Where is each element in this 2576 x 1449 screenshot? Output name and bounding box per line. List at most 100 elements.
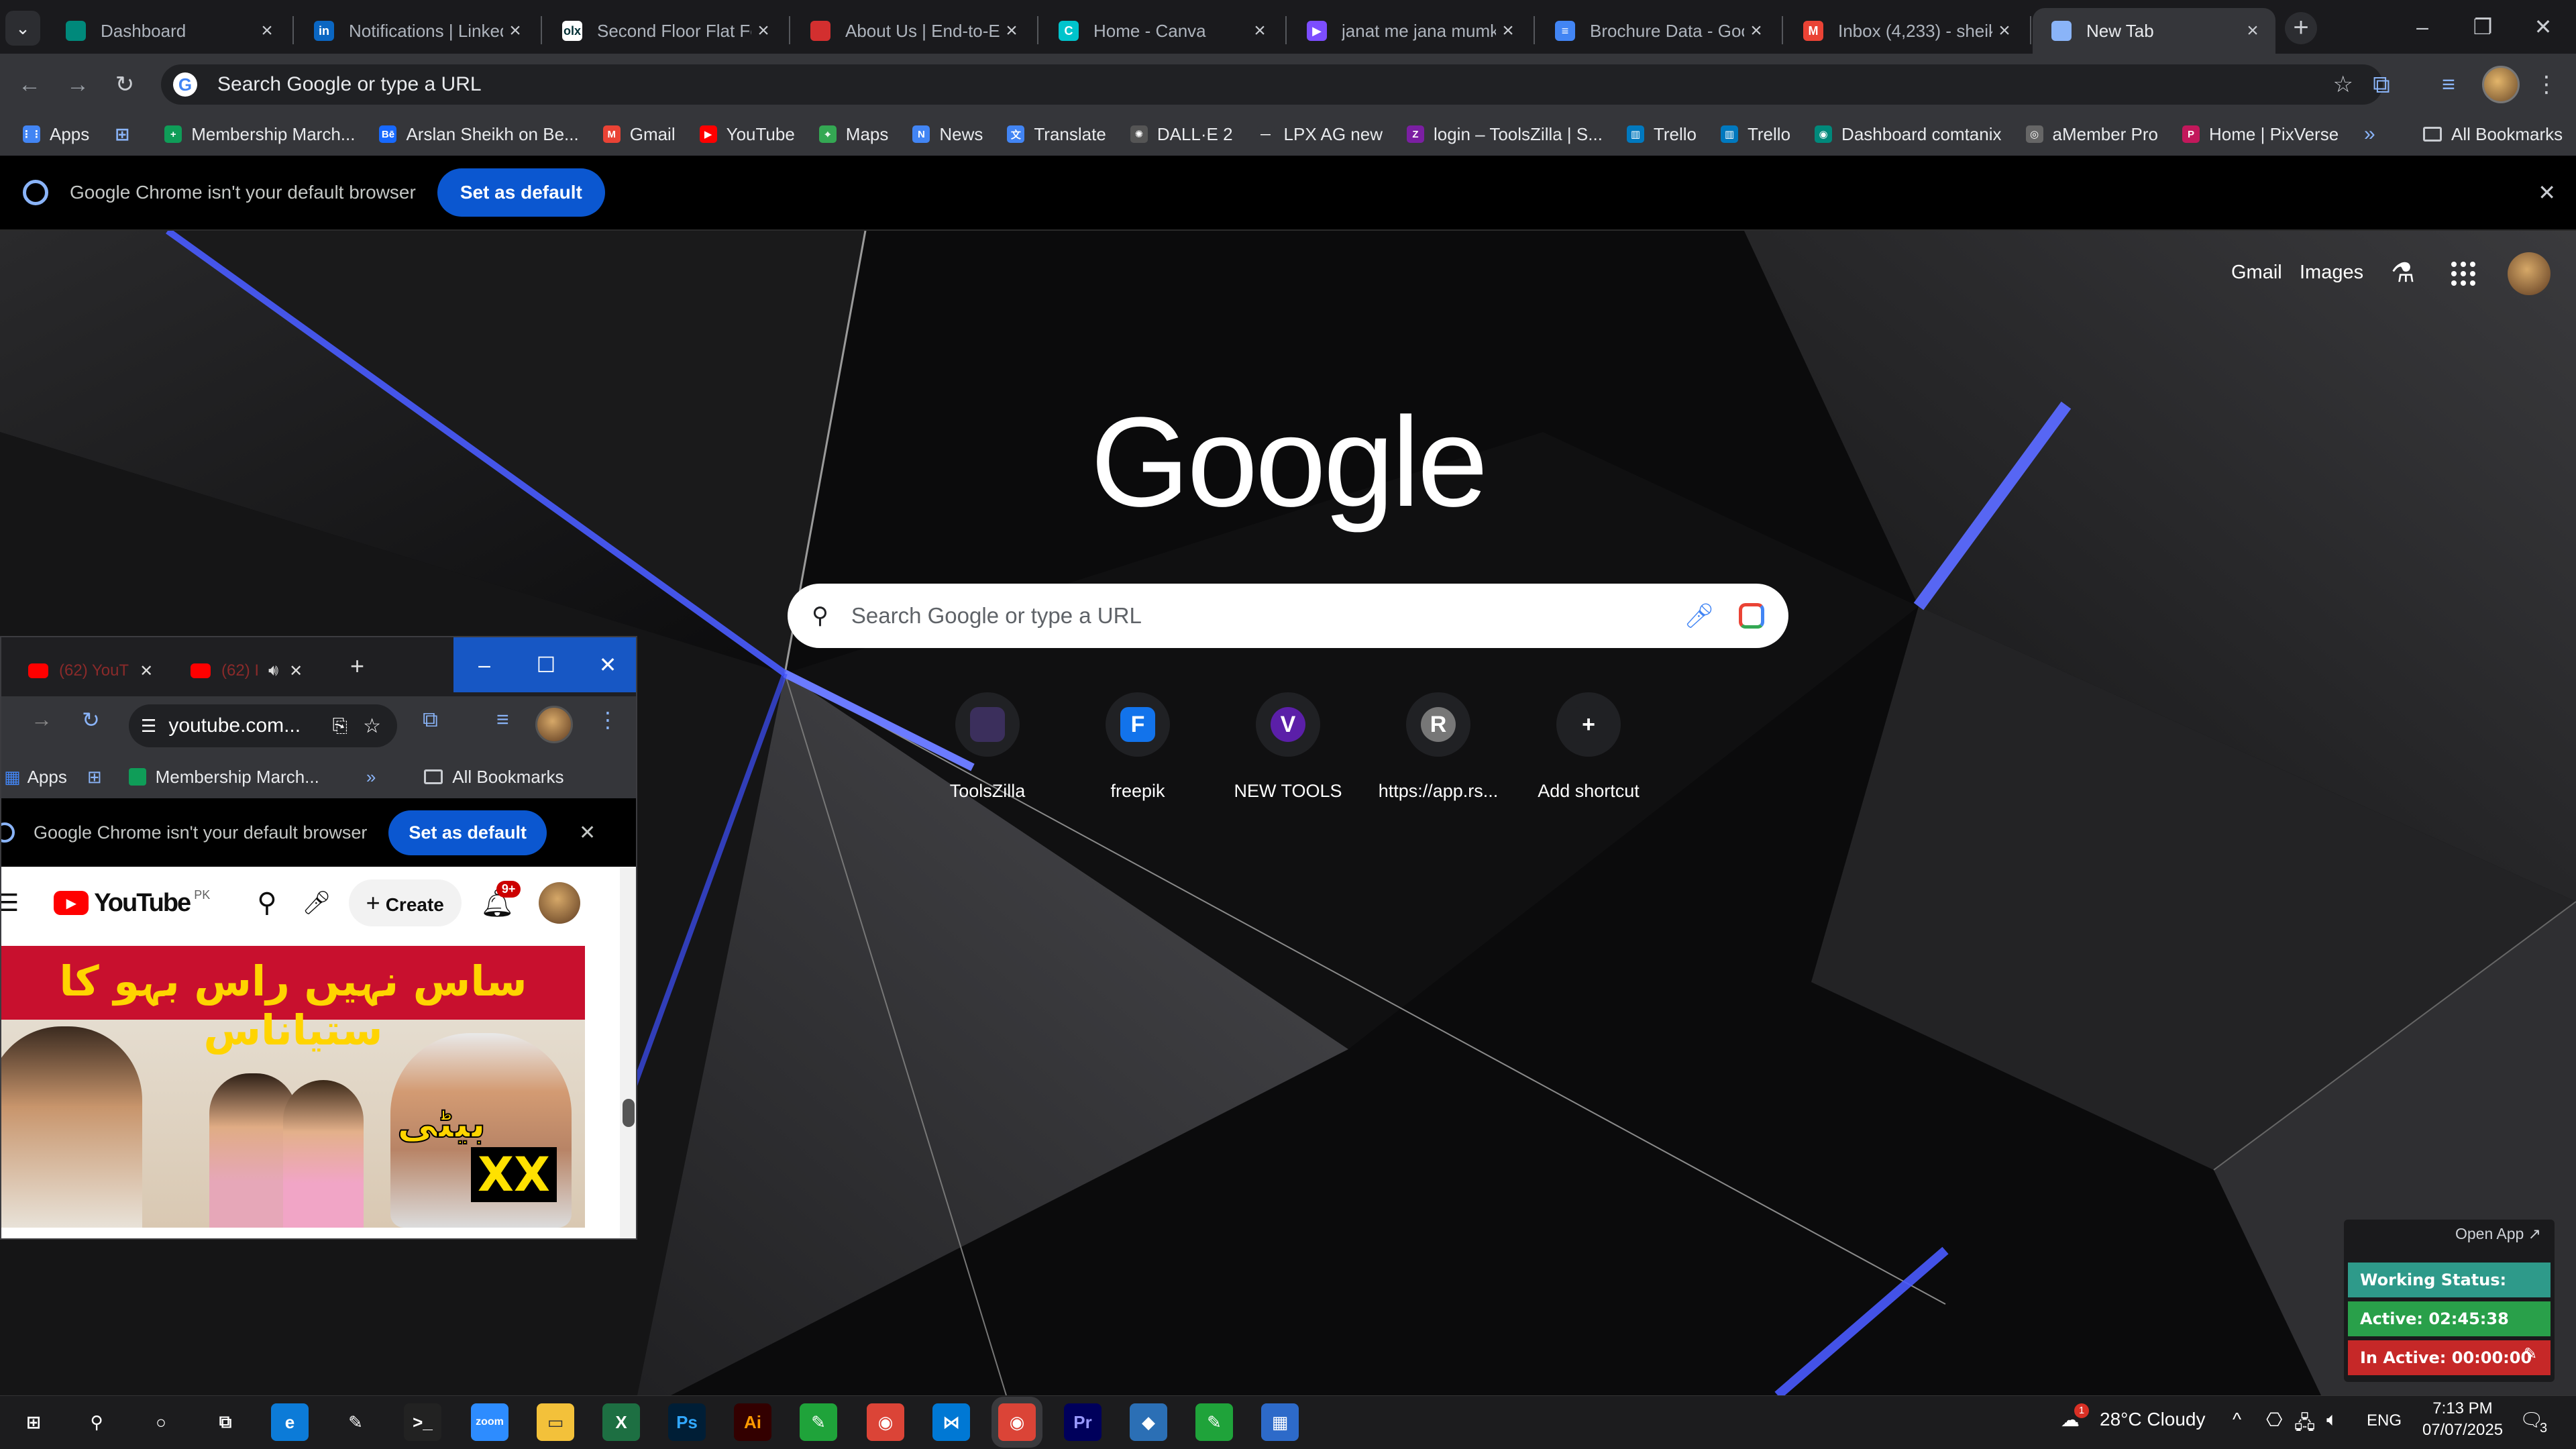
all-bookmarks-button[interactable]: All Bookmarks [2423,113,2563,156]
images-link[interactable]: Images [2300,262,2363,284]
labs-flask-icon[interactable]: ⚗ [2391,258,2415,288]
zoom-icon[interactable]: zoom [471,1403,508,1441]
bookmark-12[interactable]: Zlogin – ToolsZilla | S... [1406,124,1603,145]
excel-icon[interactable]: X [602,1403,640,1441]
install-app-icon[interactable]: ⎘ [333,715,347,737]
bookmark-17[interactable]: P Home | PixVerse [2182,124,2339,145]
tab-3[interactable]: olx Second Floor Flat For × [543,8,786,54]
app-green-2-icon[interactable]: ✎ [1195,1403,1233,1441]
bookmark-8[interactable]: N News [912,124,983,145]
photoshop-icon[interactable]: Ps [668,1403,706,1441]
speaker-icon[interactable]: 🔊︎ [268,661,278,680]
calculator-icon[interactable]: ▦ [1261,1403,1299,1441]
bookmark-star-icon[interactable]: ☆ [2333,71,2353,98]
voice-search-mic-icon[interactable]: 🎤︎ [1684,602,1715,630]
ntp-search-box[interactable]: ⚲ Search Google or type a URL 🎤︎ [788,584,1788,648]
vscode-icon[interactable]: ⋈ [932,1403,970,1441]
volume-icon[interactable]: 🔈︎ [2326,1409,2338,1431]
media-controls-icon[interactable]: ≡ [2428,64,2469,105]
clock-date[interactable]: 07/07/2025 [2412,1421,2513,1440]
bookmark-15[interactable]: ◉ Dashboard comtanix [1815,124,2002,145]
chrome-active-icon[interactable]: ◉ [998,1403,1036,1441]
close-window-button[interactable]: ✕ [2513,5,2573,48]
tab-9[interactable]: New Tab × [2033,8,2275,54]
tab-search-button[interactable]: ⌄ [5,11,40,46]
mini-bm-overflow-icon[interactable]: » [366,767,376,788]
bookmark-11[interactable]: ― LPX AG new [1256,124,1383,145]
app-blue-icon[interactable]: ◆ [1130,1403,1167,1441]
bookmark-3[interactable]: + Membership March... [164,124,355,145]
premiere-icon[interactable]: Pr [1064,1403,1102,1441]
youtube-search-icon[interactable]: ⚲ [257,888,276,918]
new-tab-button[interactable]: + [2285,12,2317,44]
hamburger-menu-icon[interactable]: ☰ [1,889,19,917]
reload-button[interactable]: ↻ [107,67,142,102]
shortcut-tile[interactable]: V NEW TOOLS [1214,692,1362,802]
mini-maximize-button[interactable]: ☐ [515,637,577,692]
mini-close-infobar-icon[interactable]: ✕ [579,821,596,845]
tray-chevron-up-icon[interactable]: ^ [2233,1409,2241,1430]
video-thumbnail[interactable]: ساس نہیں راس بہو کا ستیاناس بیٹی XX [1,946,585,1228]
mini-tab-2-close-icon[interactable]: ✕ [289,661,303,681]
youtube-avatar[interactable] [538,882,580,924]
shortcut-tile[interactable]: ToolsZilla [914,692,1061,802]
back-button[interactable]: ← [12,67,47,102]
bookmark-5[interactable]: M Gmail [602,124,676,145]
mini-all-bookmarks[interactable]: All Bookmarks [452,767,564,788]
shortcut-tile[interactable]: Ffreepik [1064,692,1212,802]
mini-new-tab-button[interactable]: + [350,652,364,680]
tab-close-icon[interactable]: × [1496,19,1520,42]
tab-close-icon[interactable]: × [255,19,279,42]
close-infobar-icon[interactable]: ✕ [2538,180,2556,205]
notifications-bell-icon[interactable]: 🔔︎ 9+ [480,880,521,919]
mini-tab-2[interactable]: (62) I 🔊︎ ✕ [191,651,325,691]
bookmark-16[interactable]: ◎ aMember Pro [2025,124,2158,145]
tab-4[interactable]: About Us | End-to-End× [792,8,1034,54]
tab-close-icon[interactable]: × [751,19,775,42]
extensions-icon[interactable]: ⧉ [2361,64,2402,105]
bookmark-10[interactable]: ✺ DALL·E 2 [1130,124,1233,145]
profile-avatar[interactable] [2482,66,2520,103]
address-bar[interactable]: G Search Google or type a URL ☆ [161,64,2383,105]
grid-icon[interactable]: ⊞ [87,767,102,788]
tab-close-icon[interactable]: × [1992,19,2017,42]
pen-tool-icon[interactable]: ✎ [337,1403,374,1441]
tab-7[interactable]: ≡ Brochure Data - Google× [1536,8,1779,54]
mini-minimize-button[interactable]: – [453,637,515,692]
task-view-icon[interactable]: ⧉ [207,1403,244,1441]
lens-camera-icon[interactable] [1739,603,1764,629]
tab-close-icon[interactable]: × [2241,19,2265,42]
mini-media-icon[interactable]: ≡ [496,707,509,732]
mini-forward-icon[interactable]: → [31,707,52,732]
meet-now-icon[interactable]: ⎔ [2266,1409,2282,1431]
restore-button[interactable]: ❐ [2453,5,2513,48]
language-indicator[interactable]: ENG [2367,1411,2402,1430]
tab-close-icon[interactable]: × [1248,19,1272,42]
chrome-icon[interactable]: ◉ [867,1403,904,1441]
weather-text[interactable]: 28°C Cloudy [2100,1409,2206,1430]
tab-2[interactable]: in Notifications | LinkedIn× [295,8,538,54]
scrollbar-thumb[interactable] [623,1099,635,1127]
app-green-icon[interactable]: ✎ [800,1403,837,1441]
tab-close-icon[interactable]: × [1744,19,1768,42]
add-shortcut-button[interactable]: + Add shortcut [1515,692,1662,802]
mini-address-bar[interactable]: ☰ youtube.com... ⎘ ☆ [129,704,397,747]
minimize-button[interactable]: – [2392,5,2453,48]
bookmark-6[interactable]: ▶ YouTube [699,124,795,145]
bookmark-14[interactable]: ▥ Trello [1720,124,1790,145]
search-icon[interactable]: ⚲ [78,1403,115,1441]
bookmark-4[interactable]: Bē Arslan Sheikh on Be... [379,124,579,145]
youtube-scrollbar[interactable] [620,868,636,1238]
mini-close-button[interactable]: ✕ [577,637,636,692]
menu-kebab-icon[interactable]: ⋮ [2533,64,2560,105]
edit-pencil-icon[interactable]: ✎ [2524,1344,2537,1364]
illustrator-icon[interactable]: Ai [734,1403,771,1441]
tab-close-icon[interactable]: × [503,19,527,42]
youtube-create-button[interactable]: + Create [348,879,462,926]
mini-tab-1-close-icon[interactable]: ✕ [140,661,153,681]
network-icon[interactable]: 🖧︎ [2294,1409,2315,1441]
bookmarks-overflow-icon[interactable]: » [2364,113,2375,156]
windows-start-icon[interactable]: ⊞ [15,1403,52,1441]
bookmark-2[interactable]: ⊞ [113,124,140,144]
tab-6[interactable]: ▶ janat me jana mumkin × [1288,8,1531,54]
